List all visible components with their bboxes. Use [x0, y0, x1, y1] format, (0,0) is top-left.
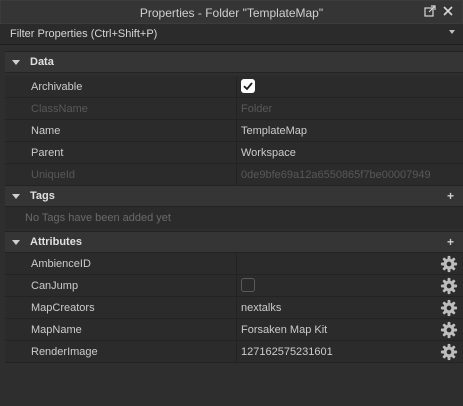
window-title: Properties - Folder "TemplateMap" [139, 6, 324, 20]
column-divider [236, 319, 237, 341]
canjump-checkbox[interactable] [241, 278, 255, 292]
column-divider [236, 297, 237, 319]
attribute-row-mapcreators[interactable]: MapCreators nextalks [5, 297, 463, 319]
property-row-name[interactable]: Name TemplateMap [5, 120, 463, 142]
attribute-name: CanJump [31, 280, 79, 292]
renderimage-value-field[interactable]: 127162575231601 [241, 346, 333, 358]
property-row-archivable[interactable]: Archivable [5, 76, 463, 98]
gear-icon[interactable] [440, 321, 458, 339]
property-row-uniqueid: UniqueId 0de9bfe69a12a6550865f7be0000794… [5, 164, 463, 186]
gear-icon[interactable] [440, 343, 458, 361]
column-divider [236, 253, 237, 275]
property-name: Parent [31, 147, 64, 159]
section-header-data[interactable]: Data [5, 51, 463, 73]
column-divider [236, 341, 237, 363]
tags-empty-state: No Tags have been added yet [5, 207, 463, 229]
column-divider [236, 164, 237, 186]
section-header-tags[interactable]: Tags + [5, 185, 463, 207]
plus-icon[interactable]: + [447, 235, 454, 249]
collapse-arrow-icon[interactable] [12, 60, 20, 65]
property-name: UniqueId [31, 169, 76, 181]
mapcreators-value-field[interactable]: nextalks [241, 302, 281, 314]
gear-icon[interactable] [440, 299, 458, 317]
filter-properties-input[interactable]: Filter Properties (Ctrl+Shift+P) [0, 24, 463, 45]
parent-value-field[interactable]: Workspace [241, 147, 296, 159]
column-divider [236, 275, 237, 297]
plus-icon[interactable]: + [447, 189, 454, 203]
collapse-arrow-icon[interactable] [12, 194, 20, 199]
close-icon[interactable] [440, 5, 456, 21]
column-divider [236, 98, 237, 120]
attribute-name: MapCreators [31, 302, 95, 314]
filter-placeholder: Filter Properties (Ctrl+Shift+P) [10, 28, 158, 40]
column-divider [236, 120, 237, 142]
attribute-row-renderimage[interactable]: RenderImage 127162575231601 [5, 341, 463, 363]
attribute-row-canjump[interactable]: CanJump [5, 275, 463, 297]
popout-icon[interactable] [422, 5, 438, 21]
column-divider [236, 142, 237, 164]
section-label: Data [30, 56, 54, 68]
attribute-name: MapName [31, 324, 82, 336]
name-value-field[interactable]: TemplateMap [241, 125, 307, 137]
chevron-down-icon[interactable] [449, 30, 455, 34]
archivable-checkbox[interactable] [241, 79, 255, 93]
property-value: 0de9bfe69a12a6550865f7be00007949 [241, 169, 431, 181]
title-bar: Properties - Folder "TemplateMap" [0, 0, 463, 24]
mapname-value-field[interactable]: Forsaken Map Kit [241, 324, 327, 336]
section-label: Tags [30, 190, 55, 202]
property-value: Folder [241, 103, 273, 115]
property-name: ClassName [31, 103, 88, 115]
tags-empty-text: No Tags have been added yet [25, 212, 171, 224]
column-divider [236, 76, 237, 98]
attribute-name: AmbienceID [31, 258, 91, 270]
attribute-name: RenderImage [31, 346, 98, 358]
section-header-attributes[interactable]: Attributes + [5, 231, 463, 253]
property-name: Archivable [31, 81, 83, 93]
property-name: Name [31, 125, 61, 137]
property-row-classname: ClassName Folder [5, 98, 463, 120]
collapse-arrow-icon[interactable] [12, 240, 20, 245]
section-label: Attributes [30, 236, 82, 248]
attribute-row-mapname[interactable]: MapName Forsaken Map Kit [5, 319, 463, 341]
attribute-row-ambienceid[interactable]: AmbienceID [5, 253, 463, 275]
gear-icon[interactable] [440, 255, 458, 273]
gear-icon[interactable] [440, 277, 458, 295]
property-row-parent[interactable]: Parent Workspace [5, 142, 463, 164]
